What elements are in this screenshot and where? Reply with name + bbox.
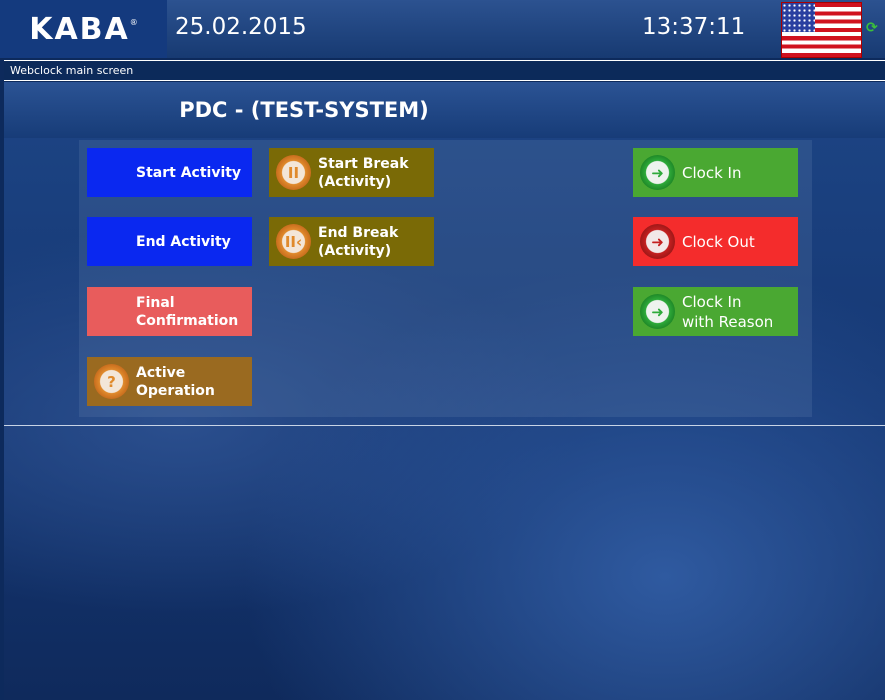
header: KABA ® 25.02.2015 13:37:11 ⟳: [0, 0, 885, 58]
button-label: Active: [136, 364, 186, 381]
pause-icon: II: [276, 155, 311, 190]
clock-in-button[interactable]: ➜ Clock In: [633, 148, 798, 197]
refresh-icon[interactable]: ⟳: [866, 20, 878, 36]
clock-in-with-reason-button[interactable]: ➜ Clock In with Reason: [633, 287, 798, 336]
button-label: (Activity): [318, 173, 392, 190]
button-label: Clock Out: [682, 232, 755, 251]
button-label: Start Break: [318, 155, 409, 172]
date-display: 25.02.2015: [175, 14, 307, 40]
kaba-logo: KABA ®: [0, 0, 167, 58]
start-break-button[interactable]: II Start Break (Activity): [269, 148, 434, 197]
button-label: Start Activity: [136, 164, 242, 181]
main-area: PDC - (TEST-SYSTEM) Start Activity End A…: [4, 82, 885, 700]
divider: [4, 425, 885, 426]
us-flag-icon[interactable]: [781, 2, 862, 58]
button-label: End Activity: [136, 233, 231, 250]
title-band: PDC - (TEST-SYSTEM): [4, 82, 885, 138]
button-label: with Reason: [682, 312, 774, 331]
end-break-button[interactable]: II‹ End Break (Activity): [269, 217, 434, 266]
active-operation-button[interactable]: ? Active Operation: [87, 357, 252, 406]
time-display: 13:37:11: [642, 14, 746, 40]
button-label: End Break: [318, 224, 399, 241]
question-icon: ?: [94, 364, 129, 399]
final-confirmation-button[interactable]: Final Confirmation: [87, 287, 252, 336]
clock-out-button[interactable]: ➜ Clock Out: [633, 217, 798, 266]
button-label: Confirmation: [136, 312, 239, 329]
button-label: Clock In: [682, 292, 742, 311]
screen-title-bar: Webclock main screen: [4, 60, 885, 81]
clock-out-icon: ➜: [640, 224, 675, 259]
page-title: PDC - (TEST-SYSTEM): [179, 98, 429, 122]
screen-title: Webclock main screen: [10, 64, 134, 77]
button-label: (Activity): [318, 242, 392, 259]
button-label: Clock In: [682, 163, 742, 182]
resume-icon: II‹: [276, 224, 311, 259]
flag-canton: [782, 3, 816, 33]
end-activity-button[interactable]: End Activity: [87, 217, 252, 266]
button-label: Final: [136, 294, 175, 311]
clock-in-icon: ➜: [640, 155, 675, 190]
button-label: Operation: [136, 382, 215, 399]
start-activity-button[interactable]: Start Activity: [87, 148, 252, 197]
clock-in-icon: ➜: [640, 294, 675, 329]
